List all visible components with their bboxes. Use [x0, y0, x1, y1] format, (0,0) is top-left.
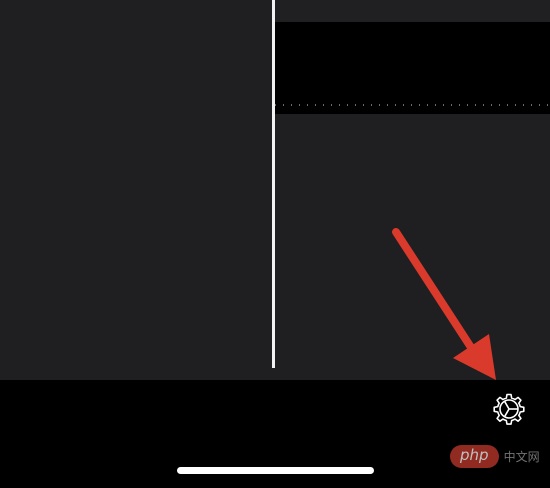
divider-line	[272, 0, 275, 368]
settings-button[interactable]	[492, 392, 526, 426]
right-black-block	[275, 22, 550, 114]
watermark-site-text: 中文网	[503, 449, 540, 464]
right-top-strip	[275, 0, 550, 22]
right-preview-pane	[275, 0, 550, 380]
camera-screen: php 中文网	[0, 0, 550, 488]
home-indicator[interactable]	[177, 467, 374, 474]
dotted-guide-line	[275, 104, 550, 106]
watermark-badge: php	[450, 444, 499, 468]
watermark: php 中文网	[450, 444, 540, 468]
gear-icon	[493, 393, 525, 425]
